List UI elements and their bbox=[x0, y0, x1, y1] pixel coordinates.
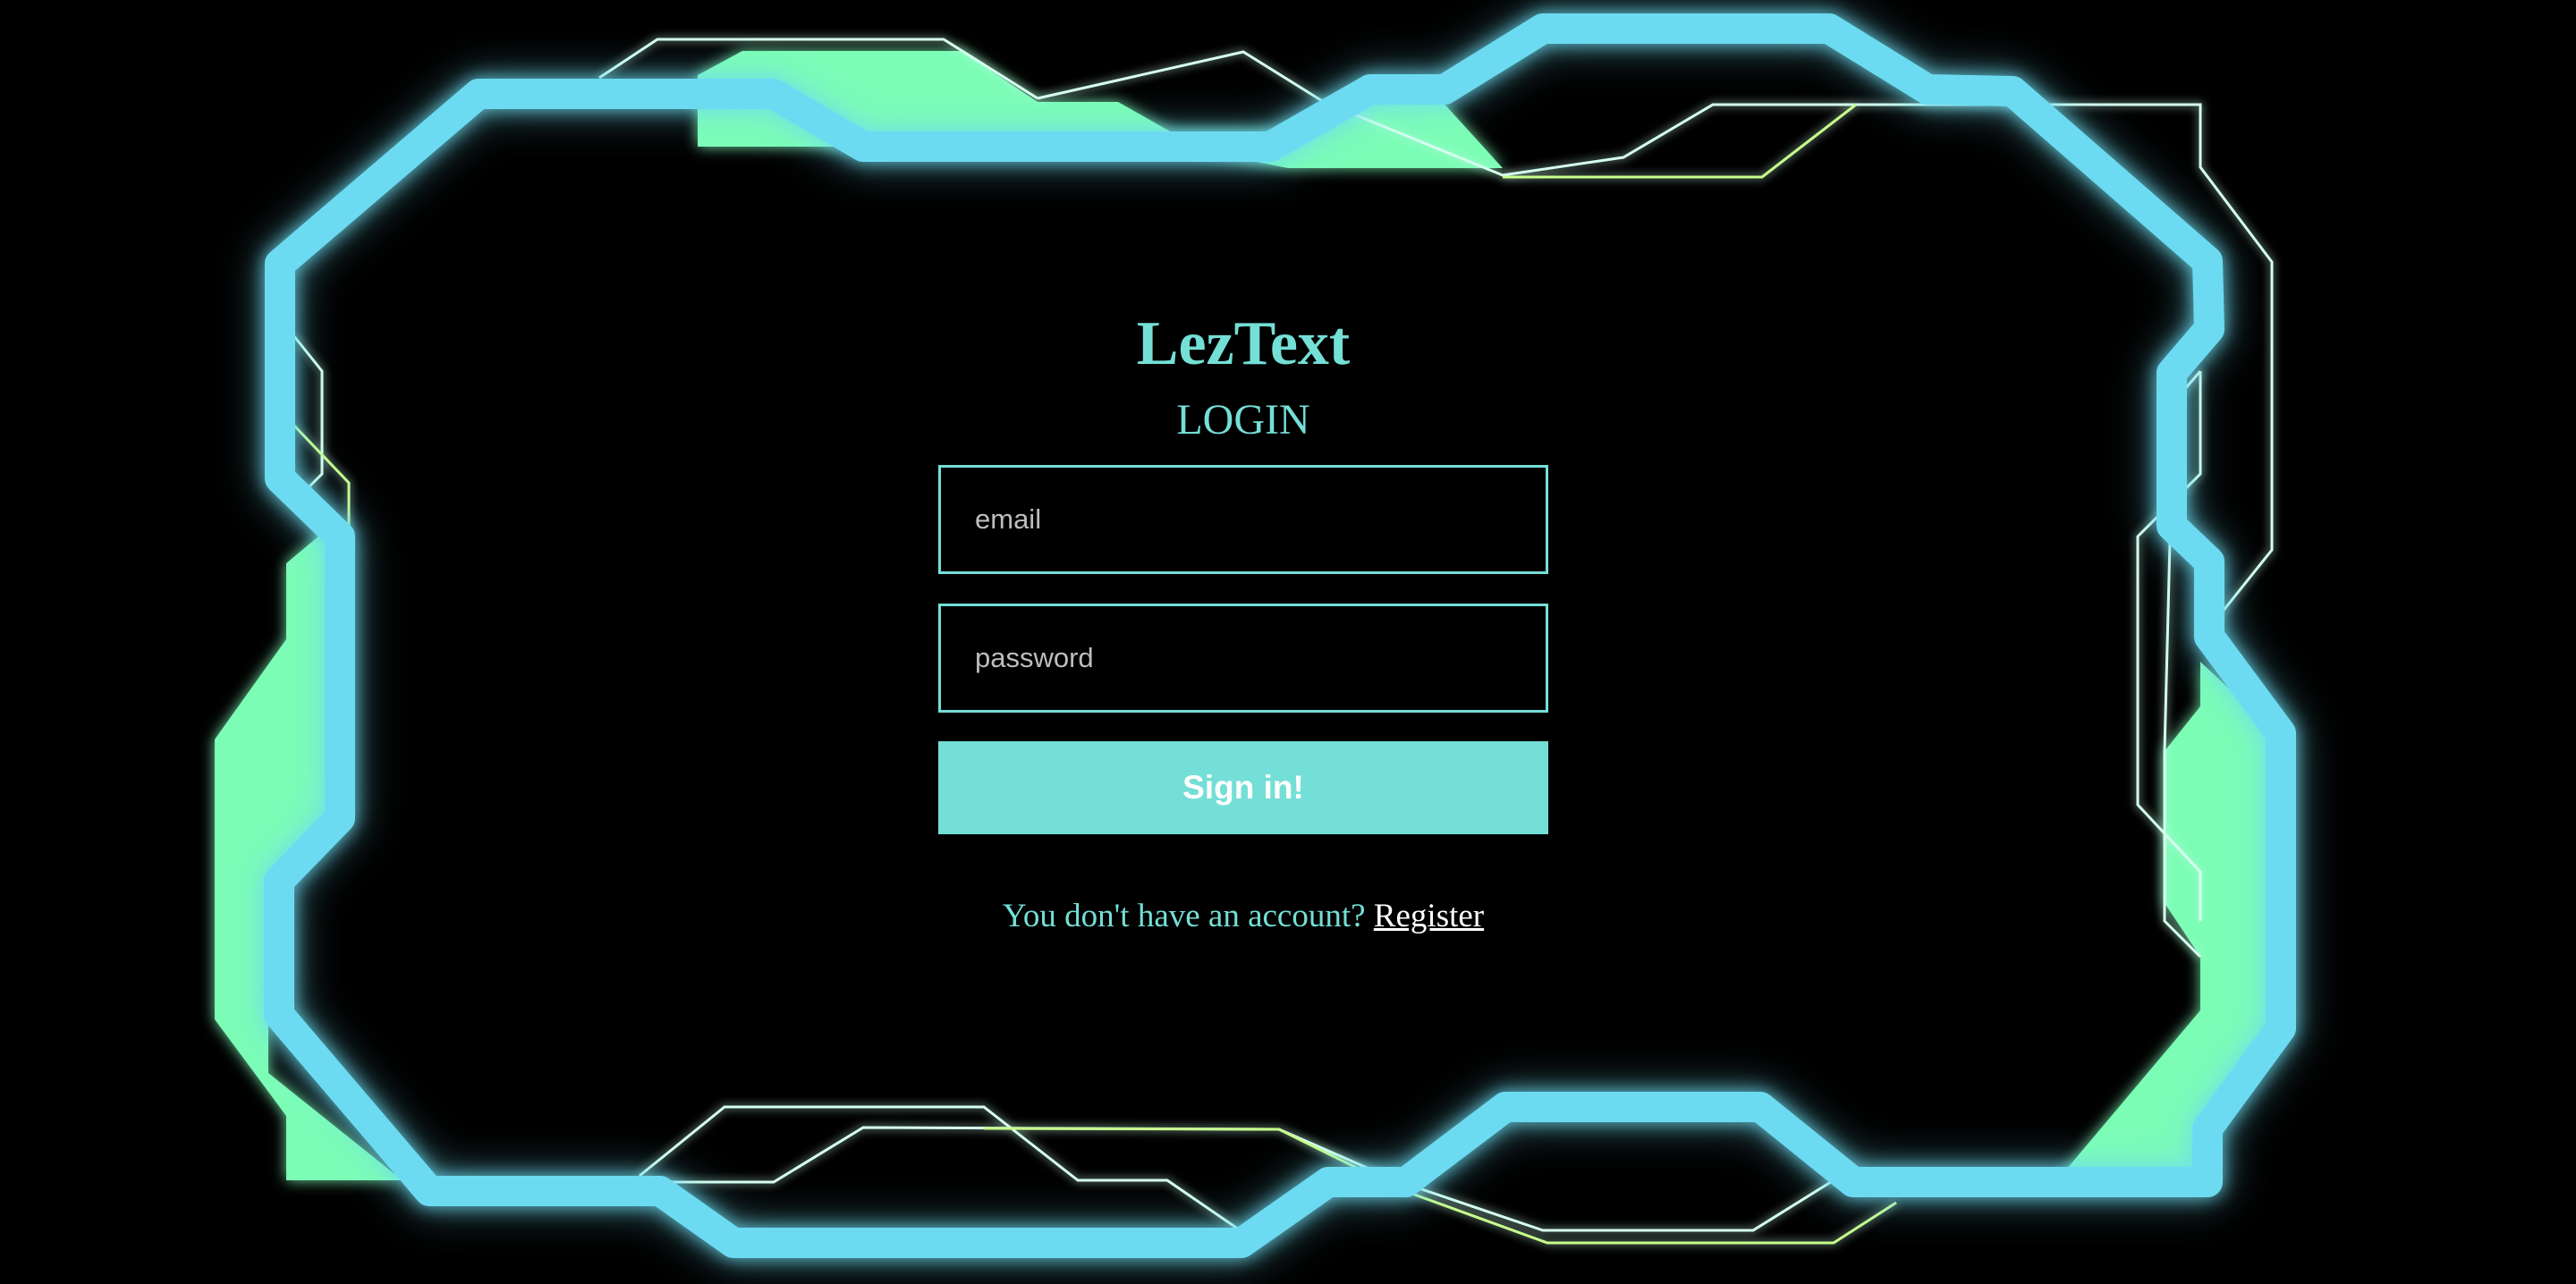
login-panel: LezText LOGIN Sign in! You don't have an… bbox=[938, 313, 1548, 935]
bottom-thin-line-a bbox=[639, 1105, 1240, 1231]
app-title: LezText bbox=[1136, 309, 1351, 378]
bottom-thin-line-b bbox=[640, 1126, 1835, 1232]
register-link[interactable]: Register bbox=[1374, 898, 1484, 934]
password-field[interactable] bbox=[938, 604, 1548, 713]
register-prompt-text: You don't have an account? bbox=[1002, 898, 1366, 934]
email-field[interactable] bbox=[938, 465, 1548, 574]
login-screen: LezText LOGIN Sign in! You don't have an… bbox=[0, 0, 2576, 1284]
sign-in-button[interactable]: Sign in! bbox=[938, 741, 1548, 834]
register-prompt: You don't have an account? Register bbox=[1003, 897, 1484, 935]
login-heading: LOGIN bbox=[1176, 396, 1310, 443]
